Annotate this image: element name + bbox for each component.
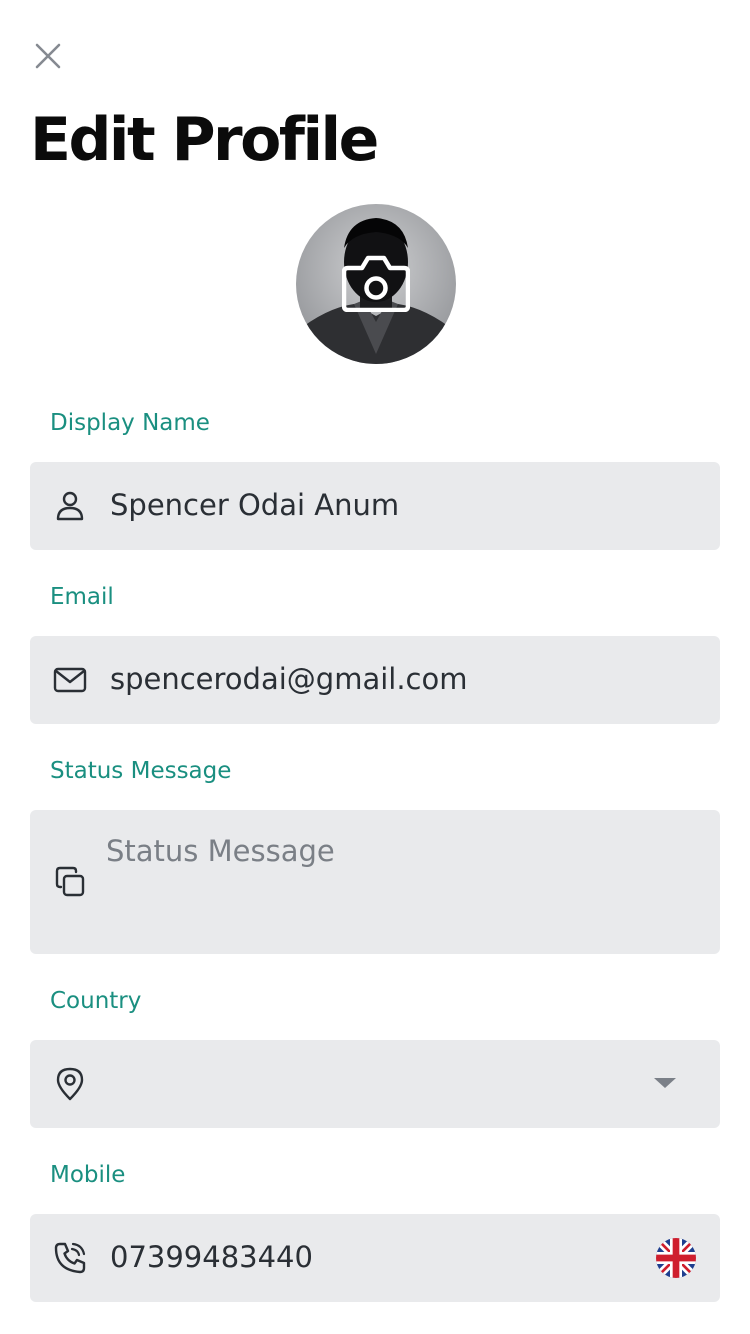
close-icon <box>35 43 61 69</box>
display-name-field[interactable]: Spencer Odai Anum <box>30 462 720 550</box>
country-label: Country <box>50 988 142 1014</box>
status-message-field[interactable]: Status Message <box>30 810 720 954</box>
avatar[interactable] <box>296 204 456 364</box>
page-title: Edit Profile <box>30 105 379 175</box>
copy-icon <box>55 866 85 897</box>
user-icon <box>56 491 84 521</box>
camera-icon <box>342 255 410 312</box>
mobile-field[interactable]: 07399483440 <box>30 1214 720 1302</box>
email-label: Email <box>50 584 114 610</box>
caret-down-icon[interactable] <box>654 1078 676 1088</box>
email-value: spencerodai@gmail.com <box>110 662 468 696</box>
mobile-label: Mobile <box>50 1162 126 1188</box>
map-pin-icon <box>56 1067 84 1101</box>
status-message-label: Status Message <box>50 758 232 784</box>
display-name-label: Display Name <box>50 410 210 436</box>
mail-icon <box>53 667 87 693</box>
email-field[interactable]: spencerodai@gmail.com <box>30 636 720 724</box>
display-name-value: Spencer Odai Anum <box>110 488 400 522</box>
uk-flag-icon[interactable] <box>656 1238 696 1278</box>
country-select[interactable] <box>30 1040 720 1128</box>
phone-icon <box>54 1242 86 1274</box>
close-button[interactable] <box>26 34 70 78</box>
mobile-value: 07399483440 <box>110 1240 313 1274</box>
status-message-placeholder: Status Message <box>106 834 335 868</box>
